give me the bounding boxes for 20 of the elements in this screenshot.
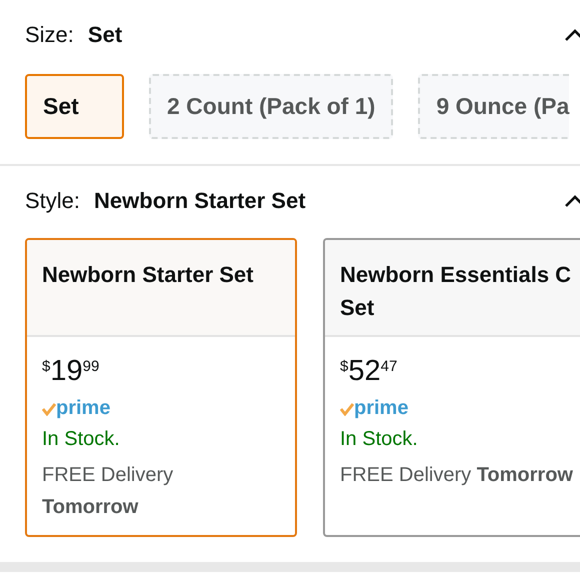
size-option[interactable]: Set	[25, 74, 124, 139]
size-label: Size:	[25, 22, 74, 48]
checkmark-icon	[42, 402, 56, 416]
size-option[interactable]: 2 Count (Pack of 1)	[149, 74, 394, 139]
stock-status: In Stock.	[42, 428, 120, 451]
style-title: Newborn Essentials C	[340, 261, 572, 289]
selected-style: Newborn Starter Set	[94, 188, 306, 214]
selected-size: Set	[88, 22, 122, 48]
style-title: Newborn Starter Set	[42, 261, 254, 289]
collapse-chevron-icon[interactable]	[564, 194, 580, 208]
prime-logo: prime	[354, 398, 408, 418]
prime-logo: prime	[56, 398, 110, 418]
collapse-chevron-icon[interactable]	[564, 28, 580, 42]
style-title: Set	[340, 294, 376, 322]
delivery-text: FREE Delivery Tomorrow	[340, 463, 573, 488]
stock-status: In Stock.	[340, 428, 418, 451]
style-label: Style:	[25, 188, 80, 214]
delivery-text: FREE Delivery Tomorrow	[42, 463, 174, 520]
size-option[interactable]: 9 Ounce (Pa	[418, 74, 570, 139]
checkmark-icon	[340, 402, 354, 416]
